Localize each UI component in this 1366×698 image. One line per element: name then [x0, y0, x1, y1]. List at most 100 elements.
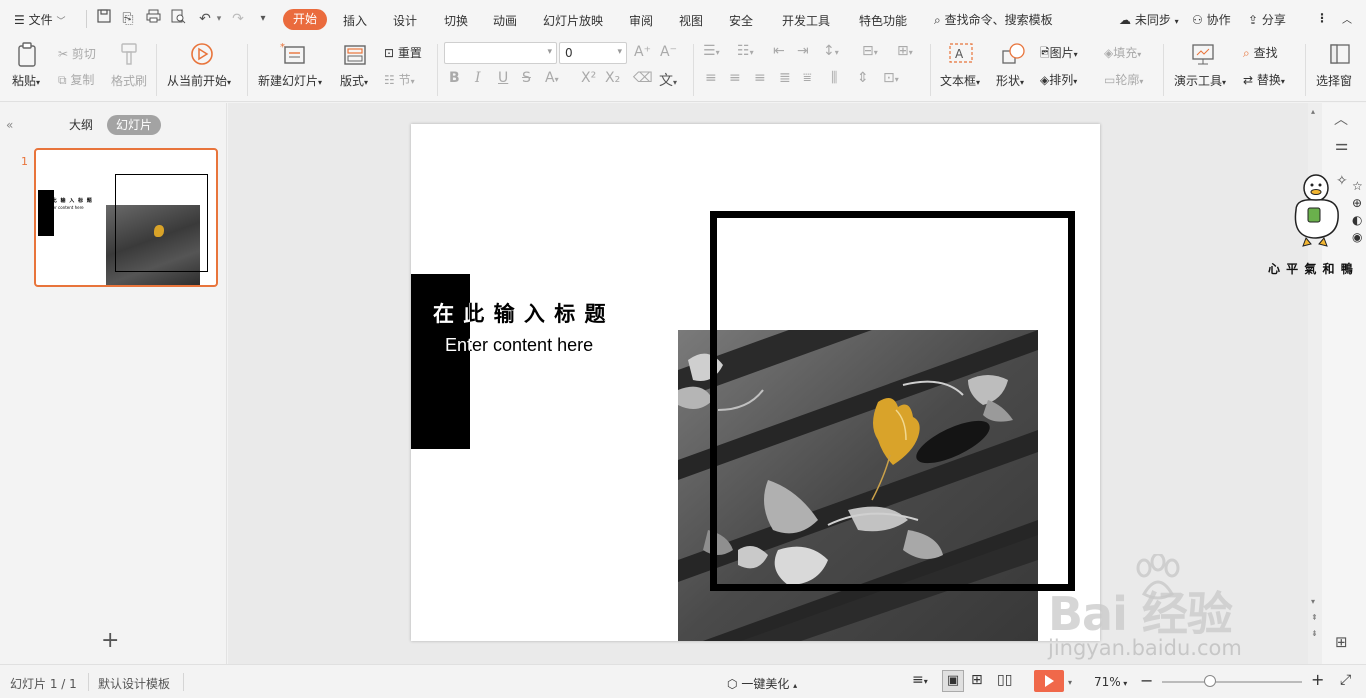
- strikethrough-icon[interactable]: S: [522, 70, 531, 86]
- play-slideshow-button[interactable]: [1034, 670, 1064, 692]
- paste-button[interactable]: 粘贴▾: [12, 72, 40, 89]
- tab-view[interactable]: 视图: [679, 12, 703, 29]
- scroll-up-icon[interactable]: ▴: [1311, 107, 1315, 116]
- slide-editor[interactable]: 在 此 输 入 标 题 Enter content here 在 此 输 入 标…: [411, 124, 1100, 641]
- print-icon[interactable]: [143, 9, 163, 29]
- find-button[interactable]: ⌕ 查找: [1243, 44, 1278, 61]
- copy-button[interactable]: ⧉ 复制: [58, 71, 94, 88]
- cut-button[interactable]: ✂ 剪切: [58, 45, 96, 62]
- tab-slides[interactable]: 幻灯片: [107, 115, 162, 135]
- font-size-select[interactable]: 0 ▾: [559, 42, 627, 64]
- page-up-icon[interactable]: ⇞: [1311, 613, 1318, 622]
- zoom-level[interactable]: 71% ▾: [1094, 675, 1127, 689]
- picture-button[interactable]: 🖻图片▾: [1040, 44, 1078, 65]
- command-search[interactable]: ⌕ 查找命令、搜索模板: [934, 11, 1053, 28]
- presentation-tools-button[interactable]: 演示工具▾: [1174, 72, 1226, 89]
- text-direction-icon[interactable]: ⊟▾: [862, 43, 878, 59]
- zoom-slider-track[interactable]: [1162, 681, 1302, 683]
- more-icon[interactable]: ⋮: [1316, 11, 1328, 25]
- tab-animations[interactable]: 动画: [493, 12, 517, 29]
- paragraph-spacing-icon[interactable]: ⇕: [857, 70, 869, 86]
- zoom-out-icon[interactable]: −: [1140, 671, 1153, 690]
- tab-slideshow[interactable]: 幻灯片放映: [543, 12, 603, 29]
- collapse-ribbon-icon[interactable]: ︿: [1342, 11, 1352, 26]
- tab-transitions[interactable]: 切换: [444, 12, 468, 29]
- print-preview-icon[interactable]: [168, 9, 188, 29]
- align-text-icon[interactable]: ⊞▾: [897, 43, 913, 59]
- format-painter-button[interactable]: 格式刷: [111, 72, 147, 89]
- font-color-icon[interactable]: A▾: [545, 70, 559, 86]
- share-button[interactable]: ⇪ 分享: [1248, 11, 1286, 28]
- align-right-icon[interactable]: ≡: [754, 70, 766, 86]
- outline-button[interactable]: ▭轮廓▾: [1104, 71, 1143, 88]
- page-down-icon[interactable]: ⇟: [1311, 629, 1318, 638]
- shape-button[interactable]: 形状▾: [996, 72, 1024, 89]
- bullet-list-icon[interactable]: ☰▾: [703, 43, 720, 59]
- numbered-list-icon[interactable]: ☷▾: [737, 43, 754, 59]
- textbox-button[interactable]: 文本框▾: [940, 72, 980, 89]
- tab-design[interactable]: 设计: [393, 12, 417, 29]
- frame-outline[interactable]: [710, 211, 1075, 591]
- fill-button[interactable]: ◈填充▾: [1104, 44, 1141, 61]
- zoom-slider-thumb[interactable]: [1204, 675, 1216, 687]
- normal-view-icon[interactable]: ▣: [942, 670, 964, 692]
- collapse-up-icon[interactable]: ︿: [1334, 109, 1348, 129]
- clear-format-icon[interactable]: ⌫: [633, 70, 653, 86]
- redo-icon[interactable]: ↷: [228, 9, 248, 29]
- tab-outline[interactable]: 大纲: [69, 115, 93, 135]
- phonetic-guide-icon[interactable]: 文▾: [659, 70, 677, 90]
- underline-icon[interactable]: U: [498, 70, 508, 86]
- columns-icon[interactable]: ⫼: [831, 70, 837, 86]
- decrease-font-icon[interactable]: A⁻: [660, 44, 677, 60]
- tab-special[interactable]: 特色功能: [859, 12, 907, 29]
- tab-review[interactable]: 审阅: [629, 12, 653, 29]
- settings-sliders-icon[interactable]: ⚌: [1335, 136, 1348, 154]
- decrease-indent-icon[interactable]: ⇤: [773, 43, 785, 59]
- increase-font-icon[interactable]: A⁺: [634, 44, 651, 60]
- export-icon[interactable]: ⎘: [118, 9, 138, 29]
- play-from-current-button[interactable]: 从当前开始▾: [167, 72, 231, 89]
- font-family-select[interactable]: ▾: [444, 42, 557, 64]
- paragraph-settings-icon[interactable]: ⊡▾: [883, 70, 899, 86]
- replace-button[interactable]: ⇄ 替换▾: [1243, 71, 1285, 88]
- sorter-view-icon[interactable]: ⊞: [971, 672, 983, 688]
- tab-insert[interactable]: 插入: [343, 12, 367, 29]
- subscript-icon[interactable]: X₂: [605, 70, 620, 86]
- play-options-icon[interactable]: ▾: [1068, 678, 1072, 687]
- justify-icon[interactable]: ≣: [779, 70, 791, 86]
- selection-pane-button[interactable]: 选择窗: [1316, 72, 1352, 89]
- section-button[interactable]: ☷ 节▾: [384, 71, 415, 88]
- customize-dropdown-icon[interactable]: ▾: [253, 9, 273, 29]
- tab-developer[interactable]: 开发工具: [782, 12, 830, 29]
- bold-icon[interactable]: B: [449, 70, 460, 86]
- align-left-icon[interactable]: ≡: [705, 70, 717, 86]
- new-slide-button[interactable]: 新建幻灯片▾: [258, 72, 322, 89]
- layout-button[interactable]: 版式▾: [340, 72, 368, 89]
- notes-toggle-icon[interactable]: ≡▾: [912, 672, 928, 688]
- scroll-down-icon[interactable]: ▾: [1311, 597, 1315, 606]
- template-name[interactable]: 默认设计模板: [98, 675, 170, 692]
- superscript-icon[interactable]: X²: [581, 70, 596, 86]
- add-slide-icon[interactable]: +: [101, 630, 119, 652]
- fit-window-icon[interactable]: ⤢: [1340, 672, 1351, 688]
- sync-status[interactable]: ☁ 未同步 ▾: [1119, 11, 1179, 28]
- tab-home[interactable]: 开始: [283, 9, 327, 30]
- file-menu[interactable]: ☰ 文件 ﹀: [14, 11, 65, 28]
- grid-apps-icon[interactable]: ⊞: [1335, 633, 1348, 651]
- distribute-icon[interactable]: ⩸: [803, 70, 812, 86]
- collaborate-button[interactable]: ⚇ 协作: [1192, 11, 1231, 28]
- italic-icon[interactable]: I: [475, 70, 481, 86]
- line-spacing-icon[interactable]: ↕▾: [823, 43, 839, 59]
- slide-thumbnail[interactable]: 在 此 输 入 标 题 Enter content here: [34, 148, 218, 287]
- arrange-button[interactable]: ◈排列▾: [1040, 71, 1077, 88]
- reset-button[interactable]: ⊡ 重置: [384, 44, 422, 61]
- reading-view-icon[interactable]: ▯▯: [997, 672, 1012, 688]
- increase-indent-icon[interactable]: ⇥: [797, 43, 809, 59]
- collapse-panel-icon[interactable]: «: [6, 115, 13, 135]
- align-center-icon[interactable]: ≡: [729, 70, 741, 86]
- save-icon[interactable]: [94, 9, 114, 29]
- zoom-in-icon[interactable]: +: [1311, 670, 1324, 689]
- undo-dropdown-icon[interactable]: ▾: [209, 9, 229, 29]
- tab-security[interactable]: 安全: [729, 12, 753, 29]
- beautify-button[interactable]: ⬡ 一键美化 ▴: [727, 675, 797, 692]
